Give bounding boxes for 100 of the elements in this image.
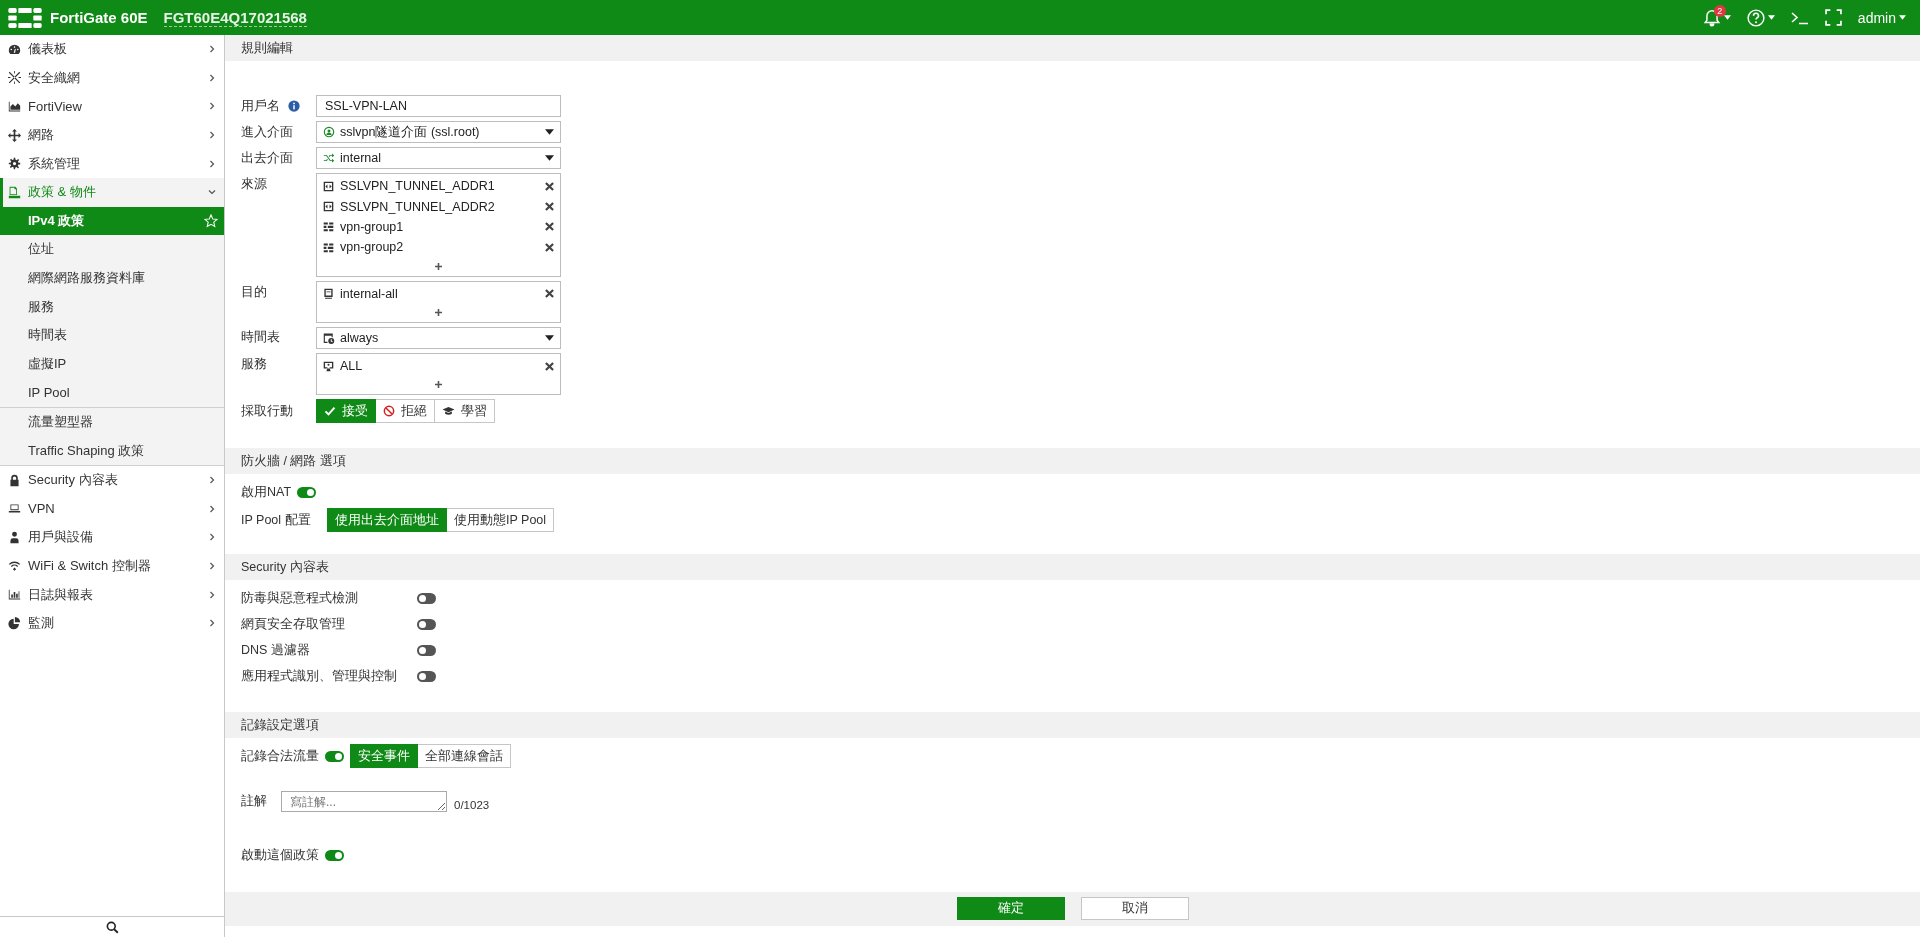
grid-icon bbox=[323, 241, 334, 253]
entry-list-field[interactable]: SSLVPN_TUNNEL_ADDR1 SSLVPN_TUNNEL_ADDR2 vpn-group1 vpn-group2 bbox=[316, 173, 561, 277]
sidebar-item[interactable]: 用戶與設備 bbox=[0, 523, 224, 552]
sidebar-subitem[interactable]: 網際網路服務資料庫 bbox=[0, 263, 224, 293]
entry-name: vpn-group2 bbox=[340, 240, 405, 255]
field-label: 啟動這個政策 bbox=[241, 846, 319, 864]
remove-icon[interactable] bbox=[545, 361, 554, 371]
sidebar-item[interactable]: VPN bbox=[0, 494, 224, 524]
entry-name: internal-all bbox=[340, 286, 399, 301]
option-button[interactable]: 安全事件 bbox=[350, 744, 418, 769]
sidebar-subitem[interactable]: IPv4 政策 bbox=[0, 206, 224, 236]
toggle-switch[interactable] bbox=[417, 644, 436, 656]
section-header: 規則編輯 bbox=[225, 35, 1920, 61]
dropdown-field[interactable]: always bbox=[316, 326, 561, 349]
entry-name: ALL bbox=[340, 359, 364, 374]
laptop-icon bbox=[8, 502, 21, 516]
remove-icon[interactable] bbox=[545, 181, 554, 191]
field-label: 應用程式識別、管理與控制 bbox=[241, 667, 397, 685]
sidebar-subitem[interactable]: 流量塑型器 bbox=[0, 407, 224, 437]
notification-badge: 2 bbox=[1713, 4, 1726, 17]
caret-icon bbox=[545, 129, 554, 135]
add-icon[interactable] bbox=[435, 308, 442, 316]
chevron-right-icon bbox=[208, 504, 216, 513]
notifications-button[interactable]: 2 bbox=[1696, 6, 1737, 29]
sidebar-item[interactable]: 政策 & 物件 bbox=[0, 177, 224, 207]
add-icon[interactable] bbox=[435, 381, 442, 389]
monitor-icon bbox=[323, 288, 334, 300]
check-icon bbox=[324, 405, 336, 418]
toggle-switch[interactable] bbox=[417, 670, 436, 682]
toggle-switch[interactable] bbox=[297, 486, 317, 498]
sidebar-item[interactable]: WiFi & Switch 控制器 bbox=[0, 551, 224, 581]
name-field[interactable]: SSL-VPN-LAN bbox=[316, 95, 561, 117]
toggle-switch[interactable] bbox=[417, 618, 436, 630]
option-button[interactable]: 學習 bbox=[435, 399, 495, 424]
option-button[interactable]: 全部連線會話 bbox=[418, 744, 511, 769]
sidebar-subitem[interactable]: 服務 bbox=[0, 292, 224, 321]
sidebar-item[interactable]: 日誌與報表 bbox=[0, 580, 224, 609]
wifi-icon bbox=[8, 559, 21, 573]
field-label: 用戶名 bbox=[241, 97, 280, 115]
sidebar-subitem[interactable]: 虛擬IP bbox=[0, 349, 224, 379]
dropdown-field[interactable]: internal bbox=[316, 147, 561, 169]
chevron-right-icon bbox=[208, 131, 216, 140]
option-button[interactable]: 使用出去介面地址 bbox=[327, 508, 447, 533]
remove-icon[interactable] bbox=[545, 289, 554, 299]
entry-name: SSLVPN_TUNNEL_ADDR1 bbox=[340, 179, 496, 194]
remove-icon[interactable] bbox=[545, 242, 554, 252]
entry-list-field[interactable]: ALL bbox=[316, 352, 561, 396]
toggle-switch[interactable] bbox=[325, 849, 344, 861]
field-label: 服務 bbox=[241, 355, 267, 373]
monitor-icon bbox=[323, 360, 334, 372]
field-label: 註解 bbox=[241, 793, 267, 811]
sidebar-item[interactable]: 網路 bbox=[0, 120, 224, 150]
user-menu[interactable]: admin bbox=[1851, 7, 1912, 28]
sidebar-subitem[interactable]: Traffic Shaping 政策 bbox=[0, 436, 224, 465]
field-label: 採取行動 bbox=[241, 402, 293, 420]
sidebar-item[interactable]: 儀表板 bbox=[0, 35, 224, 64]
add-icon[interactable] bbox=[435, 262, 442, 270]
sidebar-subitem[interactable]: 位址 bbox=[0, 235, 224, 264]
sidebar-item[interactable]: FortiView bbox=[0, 92, 224, 121]
entry-list-field[interactable]: internal-all bbox=[316, 280, 561, 323]
caret-icon bbox=[1723, 15, 1731, 20]
field-label: 記錄合法流量 bbox=[241, 747, 319, 765]
dropdown-field[interactable]: sslvpn隧道介面 (ssl.root) bbox=[316, 121, 561, 143]
sidebar-item[interactable]: Security 內容表 bbox=[0, 465, 224, 495]
field-label: 進入介面 bbox=[241, 123, 293, 141]
remove-icon[interactable] bbox=[545, 222, 554, 232]
option-button[interactable]: 接受 bbox=[316, 399, 376, 424]
chevron-right-icon bbox=[208, 73, 216, 82]
sidebar-subitem[interactable]: IP Pool bbox=[0, 378, 224, 407]
sidebar-item[interactable]: 系統管理 bbox=[0, 149, 224, 178]
sidebar-subitem[interactable]: 時間表 bbox=[0, 320, 224, 350]
cancel-button[interactable]: 取消 bbox=[1080, 897, 1189, 921]
remove-icon[interactable] bbox=[545, 202, 554, 212]
move-arrows-icon bbox=[8, 128, 21, 142]
product-name: FortiGate 60E bbox=[50, 9, 148, 26]
chevron-right-icon bbox=[208, 619, 216, 628]
star-icon[interactable] bbox=[204, 213, 218, 228]
section-header: 防火牆 / 網路 選項 bbox=[225, 448, 1920, 475]
caret-icon bbox=[545, 155, 554, 161]
toggle-switch[interactable] bbox=[417, 592, 436, 604]
lock-icon bbox=[8, 473, 21, 487]
caret-icon bbox=[1767, 15, 1775, 20]
sidebar-item[interactable]: 安全織網 bbox=[0, 63, 224, 93]
serial-number[interactable]: FGT60E4Q17021568 bbox=[163, 8, 307, 27]
ok-button[interactable]: 確定 bbox=[956, 897, 1065, 921]
comment-field[interactable]: 寫註解... bbox=[281, 791, 447, 813]
option-button[interactable]: 拒絕 bbox=[376, 399, 435, 424]
terminal-icon bbox=[1790, 10, 1809, 25]
network-nodes-icon bbox=[8, 71, 21, 85]
toggle-switch[interactable] bbox=[325, 750, 344, 762]
pie-chart-icon bbox=[8, 616, 21, 630]
bar-chart-icon bbox=[8, 588, 21, 602]
info-icon[interactable] bbox=[288, 100, 300, 112]
caret-icon bbox=[1899, 15, 1906, 20]
sidebar-item[interactable]: 監測 bbox=[0, 608, 224, 638]
option-button[interactable]: 使用動態IP Pool bbox=[447, 508, 555, 533]
field-label: IP Pool 配置 bbox=[241, 511, 311, 529]
search-icon[interactable] bbox=[105, 920, 119, 934]
gear-icon bbox=[8, 157, 21, 171]
chevron-right-icon bbox=[208, 590, 216, 599]
